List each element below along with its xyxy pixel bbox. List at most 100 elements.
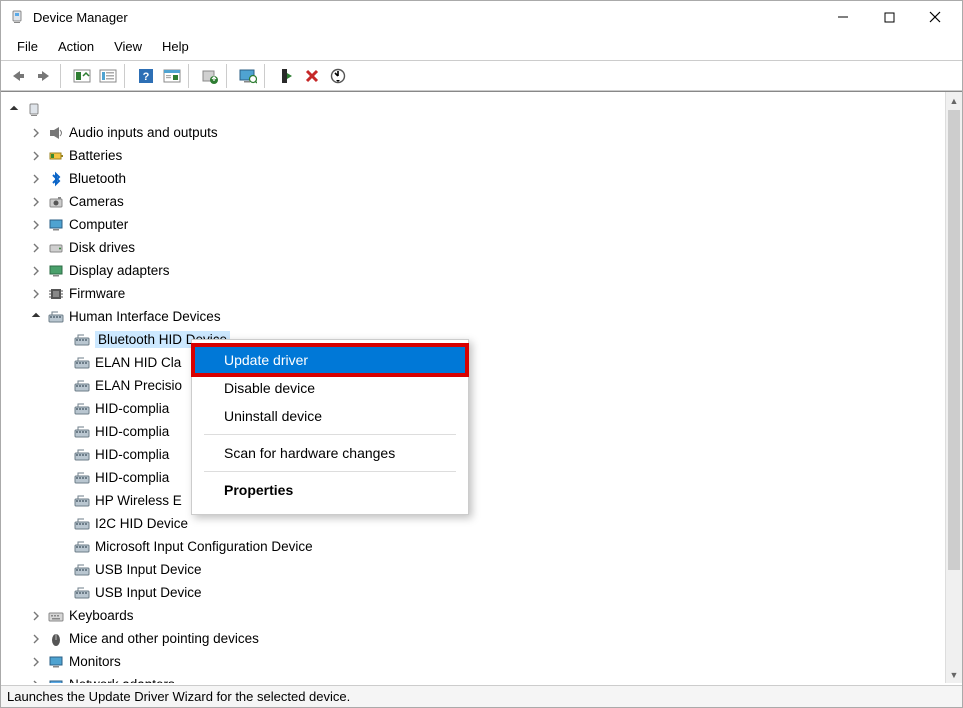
expander-closed-icon[interactable]: [31, 128, 45, 138]
network-icon: [47, 677, 65, 684]
tree-root-node[interactable]: [7, 98, 945, 121]
tree-category-audio[interactable]: Audio inputs and outputs: [7, 121, 945, 144]
mouse-icon: [47, 631, 65, 647]
expander-closed-icon[interactable]: [31, 289, 45, 299]
properties-page-button[interactable]: [160, 64, 184, 88]
expander-closed-icon[interactable]: [31, 634, 45, 644]
tree-item-label: Monitors: [69, 654, 121, 669]
content-area: Audio inputs and outputs Batteries Bluetoo…: [1, 91, 962, 683]
ctx-separator: [204, 434, 456, 435]
tree-device-item[interactable]: HP Wireless E: [7, 489, 945, 512]
scan-hardware-button[interactable]: [326, 64, 350, 88]
expander-closed-icon[interactable]: [31, 220, 45, 230]
tree-device-item[interactable]: USB Input Device: [7, 558, 945, 581]
hid-icon: [73, 378, 91, 394]
tree-category-disk[interactable]: Disk drives: [7, 236, 945, 259]
tree-category-mouse[interactable]: Mice and other pointing devices: [7, 627, 945, 650]
window-controls: [820, 1, 958, 33]
scroll-up-arrow[interactable]: ▲: [946, 92, 962, 109]
hid-icon: [73, 424, 91, 440]
help-button[interactable]: ?: [134, 64, 158, 88]
expander-closed-icon[interactable]: [31, 611, 45, 621]
scroll-thumb[interactable]: [948, 110, 960, 570]
ctx-properties[interactable]: Properties: [194, 476, 466, 504]
hid-icon: [73, 355, 91, 371]
show-hidden-button[interactable]: [70, 64, 94, 88]
expander-closed-icon[interactable]: [31, 680, 45, 684]
tree-category-display[interactable]: Display adapters: [7, 259, 945, 282]
tree-category-firmware[interactable]: Firmware: [7, 282, 945, 305]
tree-category-battery[interactable]: Batteries: [7, 144, 945, 167]
menu-action[interactable]: Action: [48, 35, 104, 58]
enable-device-button[interactable]: [274, 64, 298, 88]
expander-open-icon[interactable]: [31, 312, 45, 322]
scan-monitor-button[interactable]: [236, 64, 260, 88]
menu-file[interactable]: File: [7, 35, 48, 58]
uninstall-device-button[interactable]: [300, 64, 324, 88]
tree-category-hid[interactable]: Human Interface Devices: [7, 305, 945, 328]
ctx-disable-device[interactable]: Disable device: [194, 374, 466, 402]
tree-category-network[interactable]: Network adapters: [7, 673, 945, 683]
menu-help[interactable]: Help: [152, 35, 199, 58]
tree-device-item[interactable]: HID-complia: [7, 443, 945, 466]
display-icon: [47, 263, 65, 279]
svg-text:?: ?: [143, 71, 150, 83]
tree-item-label: ELAN HID Cla: [95, 355, 181, 370]
tree-category-bluetooth[interactable]: Bluetooth: [7, 167, 945, 190]
expander-closed-icon[interactable]: [31, 197, 45, 207]
title-bar: Device Manager: [1, 1, 962, 33]
audio-icon: [47, 125, 65, 141]
tree-device-item[interactable]: ELAN Precisio: [7, 374, 945, 397]
toolbar: ?: [1, 61, 962, 91]
status-bar: Launches the Update Driver Wizard for th…: [1, 685, 962, 707]
hid-icon: [73, 332, 91, 348]
maximize-button[interactable]: [866, 1, 912, 33]
close-button[interactable]: [912, 1, 958, 33]
camera-icon: [47, 194, 65, 210]
tree-device-item[interactable]: HID-complia: [7, 397, 945, 420]
expander-closed-icon[interactable]: [31, 151, 45, 161]
tree-item-label: Keyboards: [69, 608, 134, 623]
back-button[interactable]: [6, 64, 30, 88]
tree-category-camera[interactable]: Cameras: [7, 190, 945, 213]
tree-item-label: Batteries: [69, 148, 122, 163]
tree-category-keyboard[interactable]: Keyboards: [7, 604, 945, 627]
device-tree[interactable]: Audio inputs and outputs Batteries Bluetoo…: [1, 92, 945, 683]
forward-button[interactable]: [32, 64, 56, 88]
tree-category-computer[interactable]: Computer: [7, 213, 945, 236]
tree-device-item[interactable]: USB Input Device: [7, 581, 945, 604]
expander-closed-icon[interactable]: [31, 174, 45, 184]
disk-icon: [47, 240, 65, 256]
tree-device-item[interactable]: HID-complia: [7, 420, 945, 443]
expander-closed-icon[interactable]: [31, 243, 45, 253]
tree-device-item[interactable]: Bluetooth HID Device: [7, 328, 945, 351]
tree-device-item[interactable]: I2C HID Device: [7, 512, 945, 535]
hid-icon: [73, 516, 91, 532]
vertical-scrollbar[interactable]: ▲ ▼: [945, 92, 962, 683]
expander-closed-icon[interactable]: [31, 266, 45, 276]
expander-closed-icon[interactable]: [31, 657, 45, 667]
tree-item-label: HID-complia: [95, 424, 169, 439]
hid-icon: [73, 447, 91, 463]
tree-item-label: Computer: [69, 217, 128, 232]
menu-view[interactable]: View: [104, 35, 152, 58]
minimize-button[interactable]: [820, 1, 866, 33]
expander-open-icon[interactable]: [9, 105, 23, 115]
ctx-update-driver[interactable]: Update driver: [194, 346, 466, 374]
tree-device-item[interactable]: ELAN HID Cla: [7, 351, 945, 374]
keyboard-icon: [47, 608, 65, 624]
tree-item-label: Disk drives: [69, 240, 135, 255]
hid-icon: [73, 585, 91, 601]
tree-category-monitor[interactable]: Monitors: [7, 650, 945, 673]
tree-device-item[interactable]: HID-complia: [7, 466, 945, 489]
window-title: Device Manager: [33, 10, 820, 25]
ctx-uninstall-device[interactable]: Uninstall device: [194, 402, 466, 430]
tree-item-label: Microsoft Input Configuration Device: [95, 539, 313, 554]
scroll-down-arrow[interactable]: ▼: [946, 666, 962, 683]
ctx-separator: [204, 471, 456, 472]
update-driver-button[interactable]: [198, 64, 222, 88]
tree-item-label: HID-complia: [95, 401, 169, 416]
tree-device-item[interactable]: Microsoft Input Configuration Device: [7, 535, 945, 558]
ctx-scan-hardware[interactable]: Scan for hardware changes: [194, 439, 466, 467]
refresh-list-button[interactable]: [96, 64, 120, 88]
